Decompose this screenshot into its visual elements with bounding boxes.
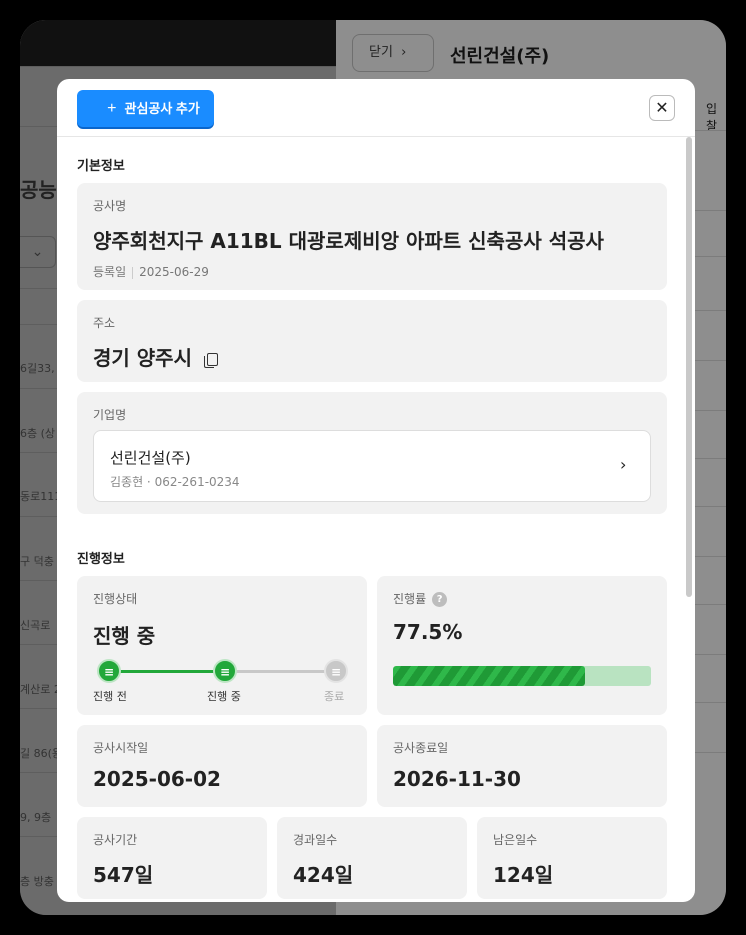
remaining-value: 124일 <box>493 863 554 887</box>
background-row-fragment: 층 방충 <box>20 875 54 888</box>
status-card: 진행상태 진행 중 ≡ ≡ ≡ 진행 전 진행 중 종료 <box>77 576 367 715</box>
background-close-button: 닫기 › <box>352 34 434 72</box>
step-label: 진행 전 <box>93 690 127 703</box>
registered-meta: 등록일 2025-06-29 <box>93 263 209 280</box>
add-interest-project-button[interactable]: + 관심공사 추가 <box>77 90 214 127</box>
modal-content[interactable]: 기본정보 공사명 양주회천지구 A11BL 대광로제비앙 아파트 신축공사 석공… <box>57 137 695 902</box>
device-frame: 공능 ⌄ 6길33, 6층 (상 동로111 구 덕충 신곡로 계산로 2 길 … <box>0 0 746 935</box>
address-value-row: 경기 양주시 <box>93 342 218 371</box>
background-row-fragment: 9, 9층 <box>20 811 52 824</box>
project-name-label: 공사명 <box>93 199 127 213</box>
progress-bar-fill <box>393 666 586 686</box>
step-label: 종료 <box>324 690 345 703</box>
background-heading-fragment: 공능 <box>20 178 57 202</box>
copy-icon[interactable] <box>203 352 218 368</box>
background-row-fragment: 길 86(용 <box>20 747 63 760</box>
remaining-card: 남은일수 124일 <box>477 817 667 899</box>
help-icon[interactable]: ? <box>432 592 448 607</box>
section-title-progress: 진행정보 <box>77 552 125 567</box>
start-date-card: 공사시작일 2025-06-02 <box>77 725 367 807</box>
address-label: 주소 <box>93 316 116 330</box>
background-row-fragment: 6층 (상 <box>20 427 56 440</box>
end-date-label: 공사종료일 <box>393 741 449 755</box>
project-detail-modal: + 관심공사 추가 ✕ 기본정보 공사명 양주회천지구 A11BL 대광로제비앙 … <box>57 79 695 902</box>
step-label: 진행 중 <box>207 690 241 703</box>
registered-label: 등록일 <box>93 265 127 279</box>
plus-icon: + <box>107 100 117 117</box>
scrollbar[interactable] <box>686 137 692 597</box>
status-stepper: ≡ ≡ ≡ 진행 전 진행 중 종료 <box>93 658 351 708</box>
duration-label: 공사기간 <box>93 833 138 847</box>
close-icon[interactable]: ✕ <box>649 95 675 121</box>
background-title: 선린건설(주) <box>450 46 550 67</box>
background-row-fragment: 신곡로 <box>20 619 51 632</box>
modal-header: + 관심공사 추가 ✕ <box>57 79 695 137</box>
meta-divider <box>132 266 134 279</box>
status-value: 진행 중 <box>93 624 156 648</box>
background-row-fragment: 6길33, <box>20 362 55 375</box>
start-date-value: 2025-06-02 <box>93 767 221 791</box>
address-card: 주소 경기 양주시 <box>77 300 667 382</box>
end-date-card: 공사종료일 2026-11-30 <box>377 725 667 807</box>
section-title-basic: 기본정보 <box>77 159 125 174</box>
step-line-todo <box>221 670 337 673</box>
company-card: 기업명 선린건설(주) 김종현 · 062-261-0234 › <box>77 392 667 514</box>
background-close-label: 닫기 <box>369 45 393 60</box>
add-interest-project-label: 관심공사 추가 <box>124 101 200 116</box>
company-label: 기업명 <box>93 408 127 422</box>
background-select: ⌄ <box>20 236 56 268</box>
step-line-done <box>105 670 221 673</box>
background-row-fragment: 동로111 <box>20 490 62 503</box>
elapsed-card: 경과일수 424일 <box>277 817 467 899</box>
progress-rate-label-row: 진행률? <box>393 590 448 607</box>
background-row-fragment: 계산로 2 <box>20 683 61 696</box>
elapsed-value: 424일 <box>293 863 354 887</box>
progress-rate-label: 진행률 <box>393 592 427 606</box>
registered-date: 2025-06-29 <box>139 265 209 279</box>
duration-card: 공사기간 547일 <box>77 817 267 899</box>
background-row-fragment: 구 덕충 <box>20 555 54 568</box>
status-label: 진행상태 <box>93 592 138 606</box>
progress-bar <box>393 666 651 686</box>
step-dot-todo: ≡ <box>324 659 348 683</box>
progress-rate-card: 진행률? 77.5% <box>377 576 667 715</box>
company-link[interactable]: 선린건설(주) 김종현 · 062-261-0234 › <box>93 430 651 502</box>
progress-rate-value: 77.5% <box>393 620 463 644</box>
company-contact: 김종현 · 062-261-0234 <box>110 475 240 489</box>
background-topbar <box>20 20 336 66</box>
end-date-value: 2026-11-30 <box>393 767 521 791</box>
elapsed-label: 경과일수 <box>293 833 338 847</box>
chevron-right-icon: › <box>620 455 627 474</box>
step-dot-done: ≡ <box>213 659 237 683</box>
background-tab: 입찰 <box>706 102 718 133</box>
project-name: 양주회천지구 A11BL 대광로제비앙 아파트 신축공사 석공사 <box>93 229 604 253</box>
background-divider <box>20 66 336 67</box>
duration-value: 547일 <box>93 863 154 887</box>
remaining-label: 남은일수 <box>493 833 538 847</box>
project-name-card: 공사명 양주회천지구 A11BL 대광로제비앙 아파트 신축공사 석공사 등록일… <box>77 183 667 290</box>
step-dot-done: ≡ <box>97 659 121 683</box>
company-name: 선린건설(주) <box>110 449 191 467</box>
address-value: 경기 양주시 <box>93 346 192 370</box>
start-date-label: 공사시작일 <box>93 741 149 755</box>
